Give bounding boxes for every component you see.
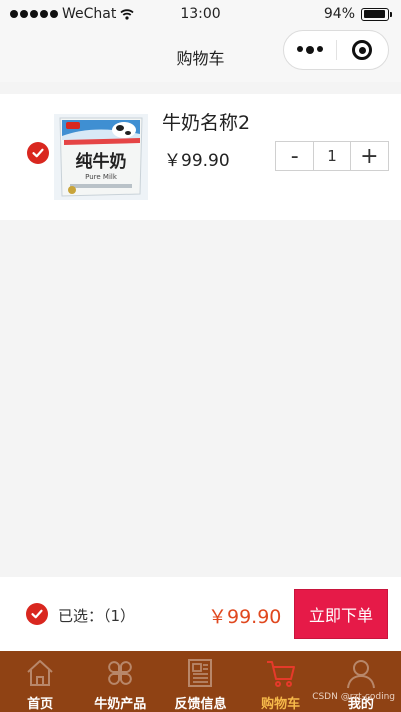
decrease-button[interactable]: - bbox=[276, 142, 313, 170]
tab-cart[interactable]: 购物车 bbox=[241, 651, 321, 712]
tab-mine[interactable]: 我的 bbox=[321, 651, 401, 712]
tab-products[interactable]: 牛奶产品 bbox=[80, 651, 160, 712]
quantity-stepper: - 1 + bbox=[275, 141, 389, 171]
select-all-check-icon[interactable] bbox=[26, 603, 48, 625]
item-check-icon[interactable] bbox=[27, 142, 49, 164]
product-image-brand-text: 纯牛奶 bbox=[76, 151, 127, 172]
battery-percent: 94% bbox=[323, 6, 355, 22]
clover-icon bbox=[108, 661, 133, 685]
tab-label: 购物车 bbox=[261, 697, 301, 712]
close-miniprogram-button[interactable] bbox=[337, 40, 388, 60]
cart-page: WeChat 13:00 94% 购物车 纯牛奶 Pure Milk 牛奶名称2… bbox=[0, 0, 401, 712]
home-icon bbox=[27, 660, 53, 686]
document-icon bbox=[188, 659, 213, 687]
tab-label: 牛奶产品 bbox=[94, 697, 147, 712]
watermark: CSDN @rzt-coding bbox=[312, 692, 395, 702]
cart-item: 纯牛奶 Pure Milk 牛奶名称2 ￥99.90 - 1 + bbox=[0, 94, 401, 220]
battery-group: 94% bbox=[323, 6, 392, 22]
battery-icon bbox=[361, 7, 392, 21]
cart-icon bbox=[266, 661, 295, 687]
user-icon bbox=[346, 660, 375, 689]
tab-bar: 首页 牛奶产品 反馈信息 购物车 我的 bbox=[0, 651, 401, 712]
product-image[interactable]: 纯牛奶 Pure Milk bbox=[54, 114, 148, 200]
selected-count: 已选：（1） bbox=[58, 607, 136, 625]
product-price: ￥99.90 bbox=[164, 151, 230, 171]
status-bar: WeChat 13:00 94% bbox=[0, 0, 401, 30]
place-order-button[interactable]: 立即下单 bbox=[294, 589, 388, 639]
settlement-bar: 已选：（1） ￥99.90 立即下单 bbox=[0, 577, 401, 651]
tab-label: 首页 bbox=[27, 697, 54, 712]
more-options-icon[interactable] bbox=[284, 46, 336, 54]
increase-button[interactable]: + bbox=[351, 142, 388, 170]
product-image-sub-text: Pure Milk bbox=[85, 173, 118, 181]
tab-label: 反馈信息 bbox=[174, 697, 227, 712]
close-target-icon bbox=[352, 40, 373, 60]
quantity-value[interactable]: 1 bbox=[313, 142, 351, 170]
tab-feedback[interactable]: 反馈信息 bbox=[160, 651, 240, 712]
tab-home[interactable]: 首页 bbox=[0, 651, 80, 712]
product-name[interactable]: 牛奶名称2 bbox=[162, 108, 250, 135]
navigation-bar: 购物车 bbox=[0, 30, 401, 82]
miniprogram-capsule bbox=[283, 30, 389, 70]
total-price: ￥99.90 bbox=[208, 606, 282, 628]
